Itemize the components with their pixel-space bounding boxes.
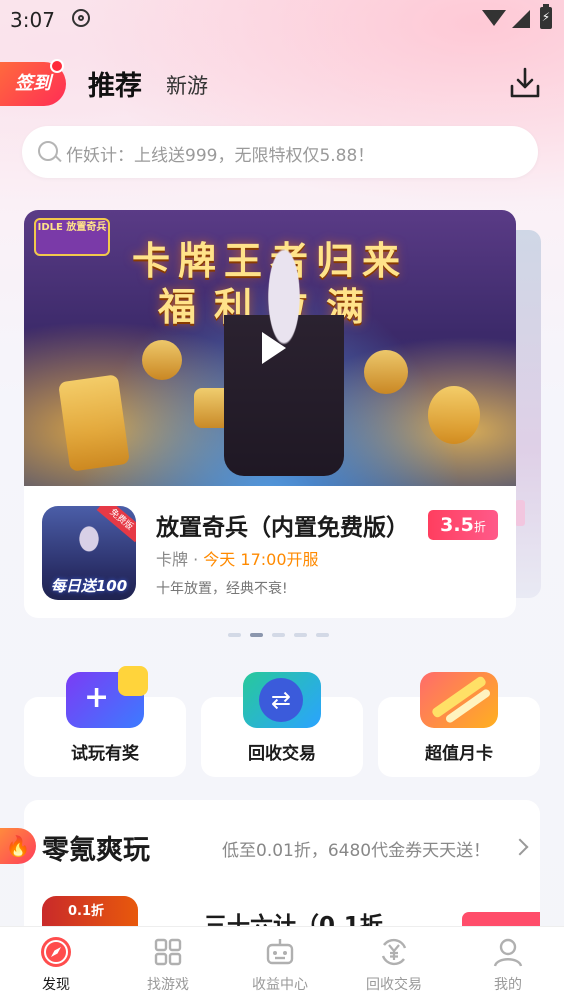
notification-app-icon [72,9,90,27]
feature-label: 试玩有奖 [71,744,139,764]
download-icon[interactable] [508,66,542,100]
game-description: 十年放置，经典不衰! [156,581,288,597]
reward-card-left [58,374,130,472]
tab-find-games[interactable]: 找游戏 [112,927,224,1003]
recycle-arrows: ⇄ [259,678,303,722]
feature-label: 超值月卡 [425,744,493,764]
next-banner-badge [515,500,525,526]
carousel-dot[interactable] [316,633,329,637]
discount-value: 3.5 [440,514,474,536]
signin-button[interactable]: 签到 [0,59,66,106]
peek-game-icon-text: 0.1折 [68,904,105,919]
carousel-indicator [228,633,338,639]
battery-charging-icon [540,4,552,29]
banner-image[interactable]: IDLE 放置奇兵 卡牌王者归来 福利拉满 [24,210,516,486]
reward-coins-right [428,386,480,444]
search-icon [38,141,58,161]
bottom-tab-bar: 发现 找游戏 收益中心 回收交易 我的 [0,926,564,1003]
status-bar: 3:07 [0,0,564,38]
section-title: 零氪爽玩 [42,835,150,866]
tab-new-games[interactable]: 新游 [166,70,208,100]
meta-separator: · [193,550,199,569]
search-bar[interactable]: 作妖计：上线送999，无限特权仅5.88！ [22,126,538,178]
feature-label: 回收交易 [248,744,316,764]
game-meta: 卡牌 · 今天 17:00开服 [156,546,319,570]
carousel-dot[interactable] [294,633,307,637]
card-icon[interactable] [420,672,498,728]
compass-icon [41,937,71,967]
game-title[interactable]: 放置奇兵（内置免费版） [156,508,406,542]
discount-badge: 3.5折 [428,510,498,540]
search-placeholder: 作妖计：上线送999，无限特权仅5.88！ [66,146,375,166]
peek-game-title[interactable]: 三十六计（0.1折 [204,906,383,928]
user-icon [493,938,523,967]
signin-label: 签到 [15,73,51,94]
discount-unit: 折 [473,520,486,534]
banner-card[interactable]: IDLE 放置奇兵 卡牌王者归来 福利拉满 免费版 每日送100 放置奇兵（内置… [24,210,516,618]
peek-discount-badge [462,912,540,926]
tab-earnings-center[interactable]: 收益中心 [224,927,336,1003]
flame-icon: 🔥 [0,828,36,864]
grid-icon [154,938,182,966]
tab-label: 找游戏 [147,977,189,993]
robot-icon [266,939,294,965]
reward-coin-left [142,340,182,380]
tab-label: 发现 [42,977,70,993]
tab-recycle-trade[interactable]: 回收交易 [338,927,450,1003]
tab-label: 回收交易 [366,977,422,993]
signal-icon [512,10,530,28]
tab-profile[interactable]: 我的 [452,927,564,1003]
carousel-dot[interactable] [228,633,241,637]
tab-recommend[interactable]: 推荐 [88,64,142,103]
recycle-icon[interactable]: ⇄ [243,672,321,728]
game-icon-tag: 免费版 [96,506,136,543]
play-video-icon[interactable] [256,330,286,366]
wifi-icon [482,10,506,26]
game-icon[interactable]: 免费版 每日送100 [42,506,136,600]
reward-exp [364,350,408,394]
launch-time: 今天 17:00开服 [203,550,319,569]
carousel-dot-active[interactable] [250,633,263,637]
section-more-link[interactable]: 低至0.01折，6480代金券天天送！ [222,836,490,861]
signin-red-dot [50,59,64,73]
game-icon-caption: 每日送100 [50,577,128,595]
status-time: 3:07 [10,8,55,32]
yen-recycle-icon [381,938,407,966]
gamepad-icon[interactable] [66,666,148,728]
tab-label: 我的 [494,977,522,993]
game-category: 卡牌 [156,550,189,569]
tab-label: 收益中心 [252,977,308,993]
tab-discover[interactable]: 发现 [0,927,112,1003]
gamepad-bubble [118,666,148,696]
carousel-dot[interactable] [272,633,285,637]
